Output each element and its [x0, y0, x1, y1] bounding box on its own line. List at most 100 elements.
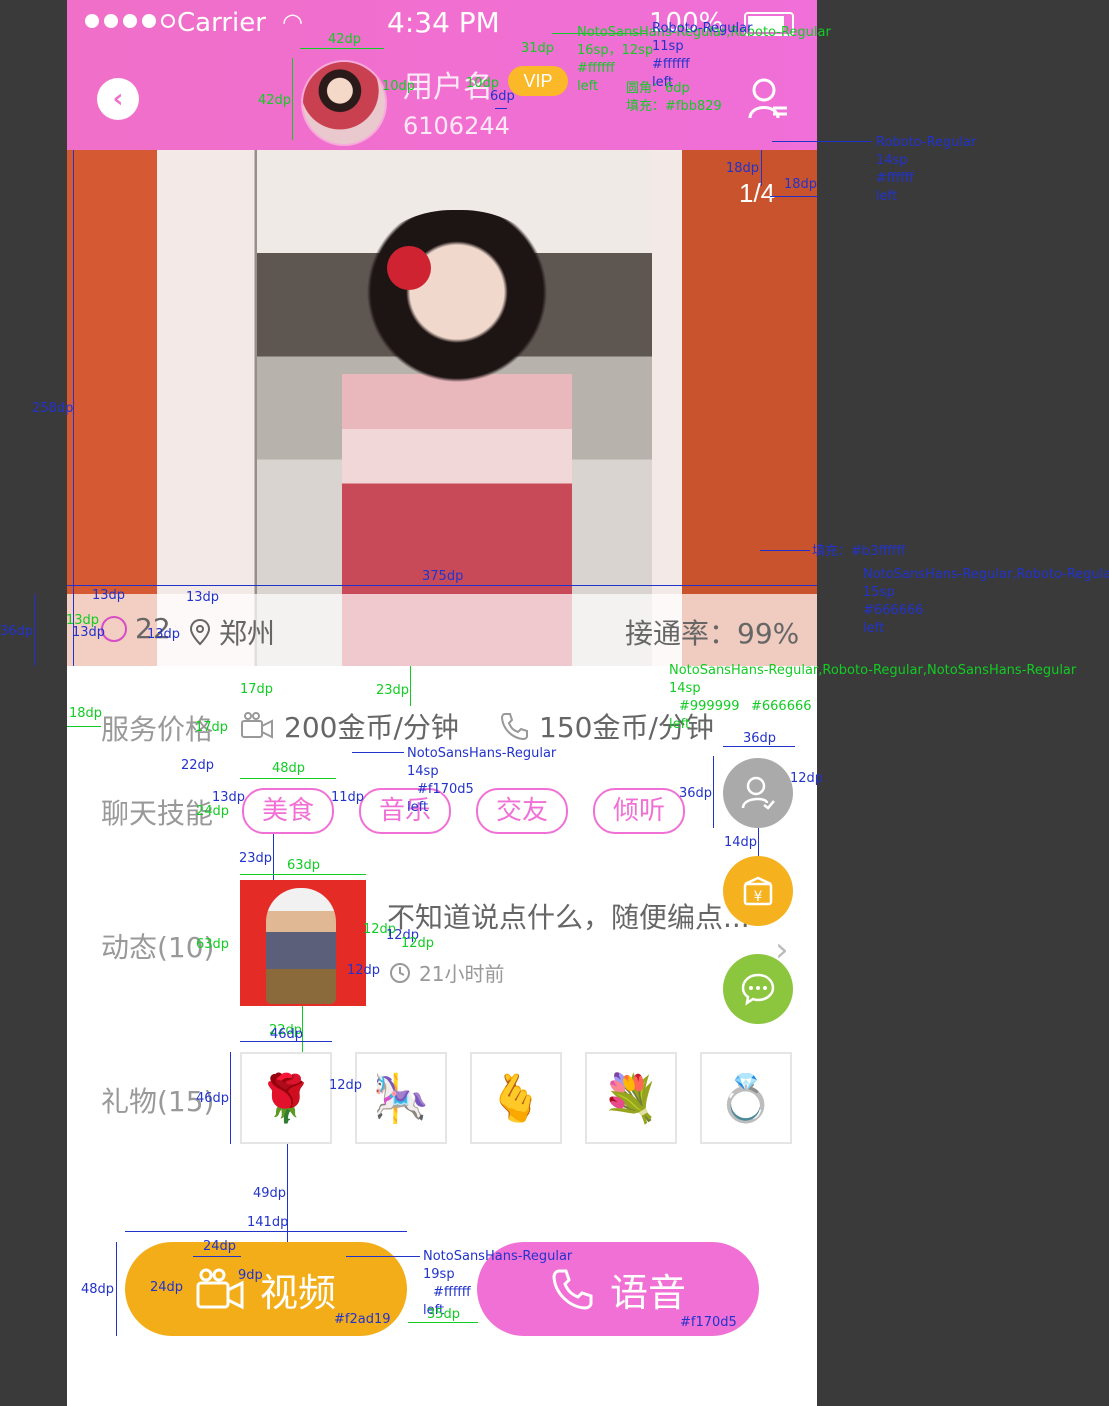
- annotation-label: 42dp: [328, 32, 362, 47]
- annotation-label: 13dp: [92, 588, 126, 603]
- message-button[interactable]: [723, 954, 793, 1024]
- annotation-label: NotoSansHans-Regular: [407, 746, 557, 761]
- clock-icon: [390, 962, 410, 983]
- annotation-label: 16sp，12sp: [577, 43, 654, 58]
- annotation-label: 36dp: [0, 624, 34, 639]
- annotation-label: 22dp: [181, 758, 215, 773]
- svg-text:¥: ¥: [754, 889, 763, 905]
- annotation-label: 42dp: [258, 93, 292, 108]
- annotation-label: left: [577, 79, 599, 94]
- video-camera-icon: [241, 712, 273, 739]
- roses-box-icon: 💐: [602, 1070, 660, 1125]
- avatar[interactable]: [301, 60, 387, 146]
- moment-thumbnail[interactable]: [240, 880, 366, 1006]
- phone-icon: [552, 1269, 593, 1310]
- annotation-label: 35dp: [427, 1307, 461, 1322]
- carrier-label: Carrier: [177, 8, 266, 38]
- annotation-label: 24dp: [150, 1280, 184, 1295]
- annotation-label: 13dp: [147, 627, 181, 642]
- annotation-label: 375dp: [422, 569, 464, 584]
- annotation-label: Roboto-Regular: [652, 21, 753, 36]
- gift-button[interactable]: ¥: [723, 856, 793, 926]
- gift-item[interactable]: 🫰: [470, 1052, 562, 1144]
- annotation-label: 36dp: [679, 786, 713, 801]
- wifi-icon: ◠: [282, 8, 303, 36]
- annotation-label: 46dp: [196, 1091, 230, 1106]
- annotation-label: 11sp: [652, 39, 684, 54]
- heart-hand-icon: 🫰: [487, 1070, 545, 1125]
- annotation-label: left: [876, 189, 898, 204]
- moment-text[interactable]: 不知道说点什么，随便编点...: [387, 896, 750, 936]
- annotation-label: 24dp: [203, 1239, 237, 1254]
- annotation-label: 141dp: [247, 1215, 289, 1230]
- annotation-label: 18dp: [726, 161, 760, 176]
- annotation-label: 14dp: [724, 835, 758, 850]
- annotation-label: 10dp: [382, 79, 416, 94]
- carousel-icon: 🎠: [372, 1070, 430, 1125]
- annotation-label: 19sp: [423, 1267, 455, 1282]
- annotation-label: #f2ad19: [334, 1312, 391, 1327]
- annotation-label: 48dp: [81, 1282, 115, 1297]
- video-price-text: 200金币/分钟: [284, 711, 459, 744]
- annotation-label: 46dp: [270, 1027, 304, 1042]
- city-value: 郑州: [219, 617, 276, 650]
- gift-item[interactable]: 🌹: [240, 1052, 332, 1144]
- annotation-label: #ffffff: [577, 61, 615, 76]
- annotation-label: 填充：#fbb829: [626, 99, 722, 114]
- annotation-label: left: [407, 800, 429, 815]
- annotation-label: NotoSansHans-Regular: [423, 1249, 573, 1264]
- chat-bubble-icon: [741, 973, 775, 1006]
- annotation-label: #999999: [679, 699, 740, 714]
- annotation-label: 63dp: [287, 858, 321, 873]
- annotation-label: NotoSansHans-Regular,Roboto-Regular: [863, 567, 1109, 582]
- annotation-label: 14sp: [876, 153, 908, 168]
- annotation-label: Roboto-Regular: [876, 135, 977, 150]
- connect-rate: 接通率：99%: [625, 617, 800, 650]
- moment-time-text: 21小时前: [419, 962, 505, 986]
- user-menu-icon[interactable]: [747, 76, 789, 120]
- annotation-label: #ffffff: [652, 57, 690, 72]
- annotation-label: #f170d5: [417, 782, 474, 797]
- back-button[interactable]: ‹: [97, 78, 139, 120]
- annotation-label: 11dp: [331, 790, 365, 805]
- annotation-label: left: [669, 717, 691, 732]
- skill-tag: 倾听: [593, 788, 685, 834]
- video-call-label: 视频: [259, 1270, 336, 1315]
- gift-item[interactable]: 🎠: [355, 1052, 447, 1144]
- annotation-label: 258dp: [32, 401, 74, 416]
- gift-box-icon: ¥: [743, 876, 773, 906]
- skill-tag: 交友: [476, 788, 568, 834]
- phone-icon: [500, 713, 528, 741]
- gift-item[interactable]: 💐: [585, 1052, 677, 1144]
- annotation-label: #666666: [751, 699, 812, 714]
- location-icon: [189, 618, 211, 646]
- annotation-label: 12dp: [329, 1078, 363, 1093]
- annotation-label: 6dp: [490, 89, 515, 104]
- annotation-label: 49dp: [253, 1186, 287, 1201]
- annotation-label: 14sp: [669, 681, 701, 696]
- annotation-label: 48dp: [272, 761, 306, 776]
- annotation-label: 24dp: [196, 804, 230, 819]
- annotation-label: NotoSansHans-Regular,Roboto-Regular,Noto…: [669, 663, 1077, 678]
- annotation-label: #ffffff: [433, 1285, 471, 1300]
- annotation-label: left: [863, 621, 885, 636]
- moment-time: 21小时前: [389, 958, 504, 987]
- skill-tag: 美食: [242, 788, 334, 834]
- annotation-label: 17dp: [240, 682, 274, 697]
- annotation-label: 63dp: [196, 937, 230, 952]
- annotation-label: 12dp: [790, 771, 824, 786]
- annotation-label: 13dp: [186, 590, 220, 605]
- voice-call-label: 语音: [609, 1270, 686, 1315]
- chevron-left-icon: ‹: [112, 84, 124, 114]
- profile-photo[interactable]: [67, 150, 817, 666]
- bouquet-icon: 🌹: [257, 1070, 315, 1125]
- video-price: 200金币/分钟: [240, 706, 459, 746]
- annotation-label: 12dp: [347, 963, 381, 978]
- signal-icon: [85, 14, 175, 28]
- vip-badge: VIP: [508, 66, 568, 96]
- gift-item[interactable]: 💍: [700, 1052, 792, 1144]
- video-camera-icon: [196, 1268, 244, 1310]
- annotation-label: 9dp: [238, 1268, 263, 1283]
- annotation-label: #666666: [863, 603, 924, 618]
- follow-button[interactable]: [723, 758, 793, 828]
